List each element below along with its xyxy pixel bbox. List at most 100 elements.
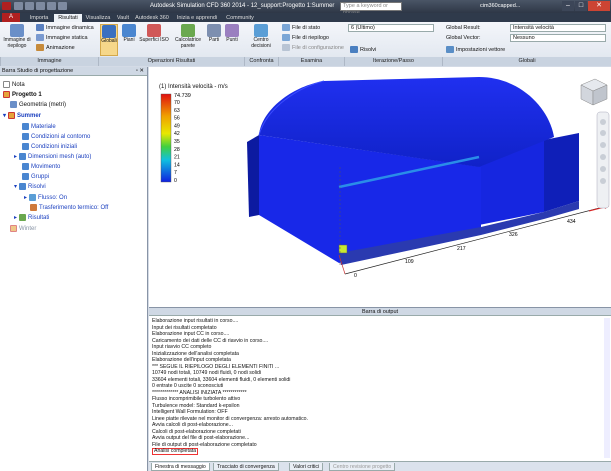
maximize-button[interactable]: □ [575,1,587,11]
legend-tick: 7 [174,170,177,176]
punti-button[interactable]: Punti [224,24,240,44]
file-di-stato-button[interactable]: File di stato [282,24,320,31]
expand-icon[interactable]: ▸ [14,153,17,160]
app-logo-icon[interactable] [2,2,11,10]
model-view[interactable]: (1) Intensità velocità - m/s 74.739 7063… [149,67,611,307]
parti-button[interactable]: Parti [206,24,222,44]
immagine-dinamica-button[interactable]: Immagine dinamica [36,24,94,31]
iteration-select[interactable]: 6 (Ultimo) [348,24,434,32]
group-operazioni: Operazioni Risultati [98,57,244,66]
tab-finestra-messaggio[interactable]: Finestra di messaggio [151,463,210,471]
tree-item-materiale[interactable]: Materiale [22,123,56,130]
global-result-label: Global Result: [446,25,481,31]
tree-item-flusso[interactable]: ▸ Flusso: On [24,194,67,201]
impostazioni-vettore-button[interactable]: Impostazioni vettore [446,46,505,53]
piani-button[interactable]: Piani [121,24,137,44]
tree-item-condizioni-contorno[interactable]: Condizioni al contorno [22,133,90,140]
tab-tracciato-convergenza[interactable]: Tracciato di convergenza [213,463,279,471]
svg-text:326: 326 [509,232,518,238]
vector-settings-icon [446,46,454,53]
pan-icon[interactable] [600,142,606,148]
tab-importa[interactable]: Importa [25,14,53,22]
tree-item-condizioni-iniziali[interactable]: Condizioni iniziali [22,143,77,150]
group-esamina: Esamina [278,57,344,66]
file-di-riepilogo-button[interactable]: File di riepilogo [282,34,329,41]
tab-autodesk-360[interactable]: Autodesk 360 [133,14,171,22]
app-menu-button[interactable]: A [2,13,20,22]
model-body[interactable] [247,77,579,267]
orbit-icon[interactable] [600,130,606,136]
3d-viewport[interactable]: (1) Intensità velocità - m/s 74.739 70 63… [149,67,611,307]
tab-centro-revisione[interactable]: Centro revisione progetto [329,463,396,471]
legend-tick: 28 [174,147,180,153]
legend-tick: 70 [174,100,180,106]
animation-icon [36,44,44,51]
static-image-icon [36,34,44,41]
close-button[interactable]: ✕ [588,1,610,11]
risolvi-button[interactable]: Risolvi [350,46,376,53]
tree-item-trasferimento-termico[interactable]: Trasferimento termico: Off [30,204,108,211]
collapse-icon[interactable]: ▾ [14,183,17,190]
tree-item-nota[interactable]: Nota [3,81,25,88]
fit-icon[interactable] [600,166,606,172]
tree-item-risultati[interactable]: ▸ Risultati [14,214,49,221]
tab-visualizza[interactable]: Visualizza [83,14,113,22]
svg-text:217: 217 [457,246,466,252]
design-study-header: Barra Studio di progettazione ▫ ✕ [0,67,147,76]
scenario-icon [8,112,16,119]
home-icon[interactable] [600,119,606,125]
tree-item-summer[interactable]: ▾ Summer [3,112,41,119]
save-icon[interactable] [36,2,45,10]
group-iterazione: Iterazione/Passo [344,57,442,66]
redo-icon[interactable] [58,2,67,10]
legend-bar [160,93,172,183]
ribbon: Immagine di riepilogo Immagine dinamica … [0,22,611,66]
zoom-icon[interactable] [600,154,606,160]
tree-item-movimento[interactable]: Movimento [22,163,60,170]
group-globali: Globali [442,57,611,66]
legend-tick: 21 [174,155,180,161]
file-di-configurazione-button[interactable]: File di configurazione [282,44,344,51]
undo-icon[interactable] [47,2,56,10]
minimize-button[interactable]: – [562,1,574,11]
solve-icon [350,46,358,53]
superfici-iso-button[interactable]: Superfici ISO [138,24,170,44]
animazione-button[interactable]: Animazione [36,44,75,51]
globali-button[interactable]: Globali [100,24,118,56]
results-icon [19,214,27,221]
tree-item-dimensioni-mesh[interactable]: ▸ Dimensioni mesh (auto) [14,153,91,160]
tree-item-gruppi[interactable]: Gruppi [22,173,49,180]
global-result-select[interactable]: Intensità velocità [510,24,606,32]
pin-icon[interactable]: ▫ ✕ [136,67,144,76]
global-vector-select[interactable]: Nessuno [510,34,606,42]
immagine-riepilogo-button[interactable]: Immagine di riepilogo [2,24,32,49]
user-name[interactable]: cim360capped... [480,3,520,9]
tab-valori-critici[interactable]: Valori critici [289,463,324,471]
immagine-statica-button[interactable]: Immagine statica [36,34,88,41]
expand-icon[interactable]: ▸ [14,214,17,221]
collapse-icon[interactable]: ▾ [3,112,6,119]
new-icon[interactable] [14,2,23,10]
globe-icon [102,25,116,38]
tree-item-progetto[interactable]: Progetto 1 [3,91,42,98]
legend-tick: 0 [174,178,177,184]
group-immagine: Immagine [0,57,98,66]
output-scrollbar[interactable] [604,318,610,458]
legend-tick: 42 [174,131,180,137]
tab-risultati[interactable]: Risultati [54,14,82,22]
tab-inizia[interactable]: Inizia e apprendi [172,14,222,22]
tab-community[interactable]: Community [223,14,257,22]
view-cube[interactable] [580,78,608,106]
open-icon[interactable] [25,2,34,10]
look-icon[interactable] [600,178,606,184]
expand-icon[interactable]: ▸ [24,194,27,201]
tree-item-risolvi[interactable]: ▾ Risolvi [14,183,46,190]
calcolatrice-parete-button[interactable]: Calcolatrice parete [172,24,204,49]
tree-item-geometria[interactable]: Geometria (metri) [10,101,66,108]
tree-item-winter[interactable]: Winter [10,225,36,232]
output-tabs: Finestra di messaggio Tracciato di conve… [149,461,611,471]
search-input[interactable]: Type a keyword or phrase [340,2,402,16]
centro-decisioni-button[interactable]: Centro decisioni [247,24,275,49]
tab-vault[interactable]: Vault [114,14,132,22]
global-vector-label: Global Vector: [446,35,481,41]
